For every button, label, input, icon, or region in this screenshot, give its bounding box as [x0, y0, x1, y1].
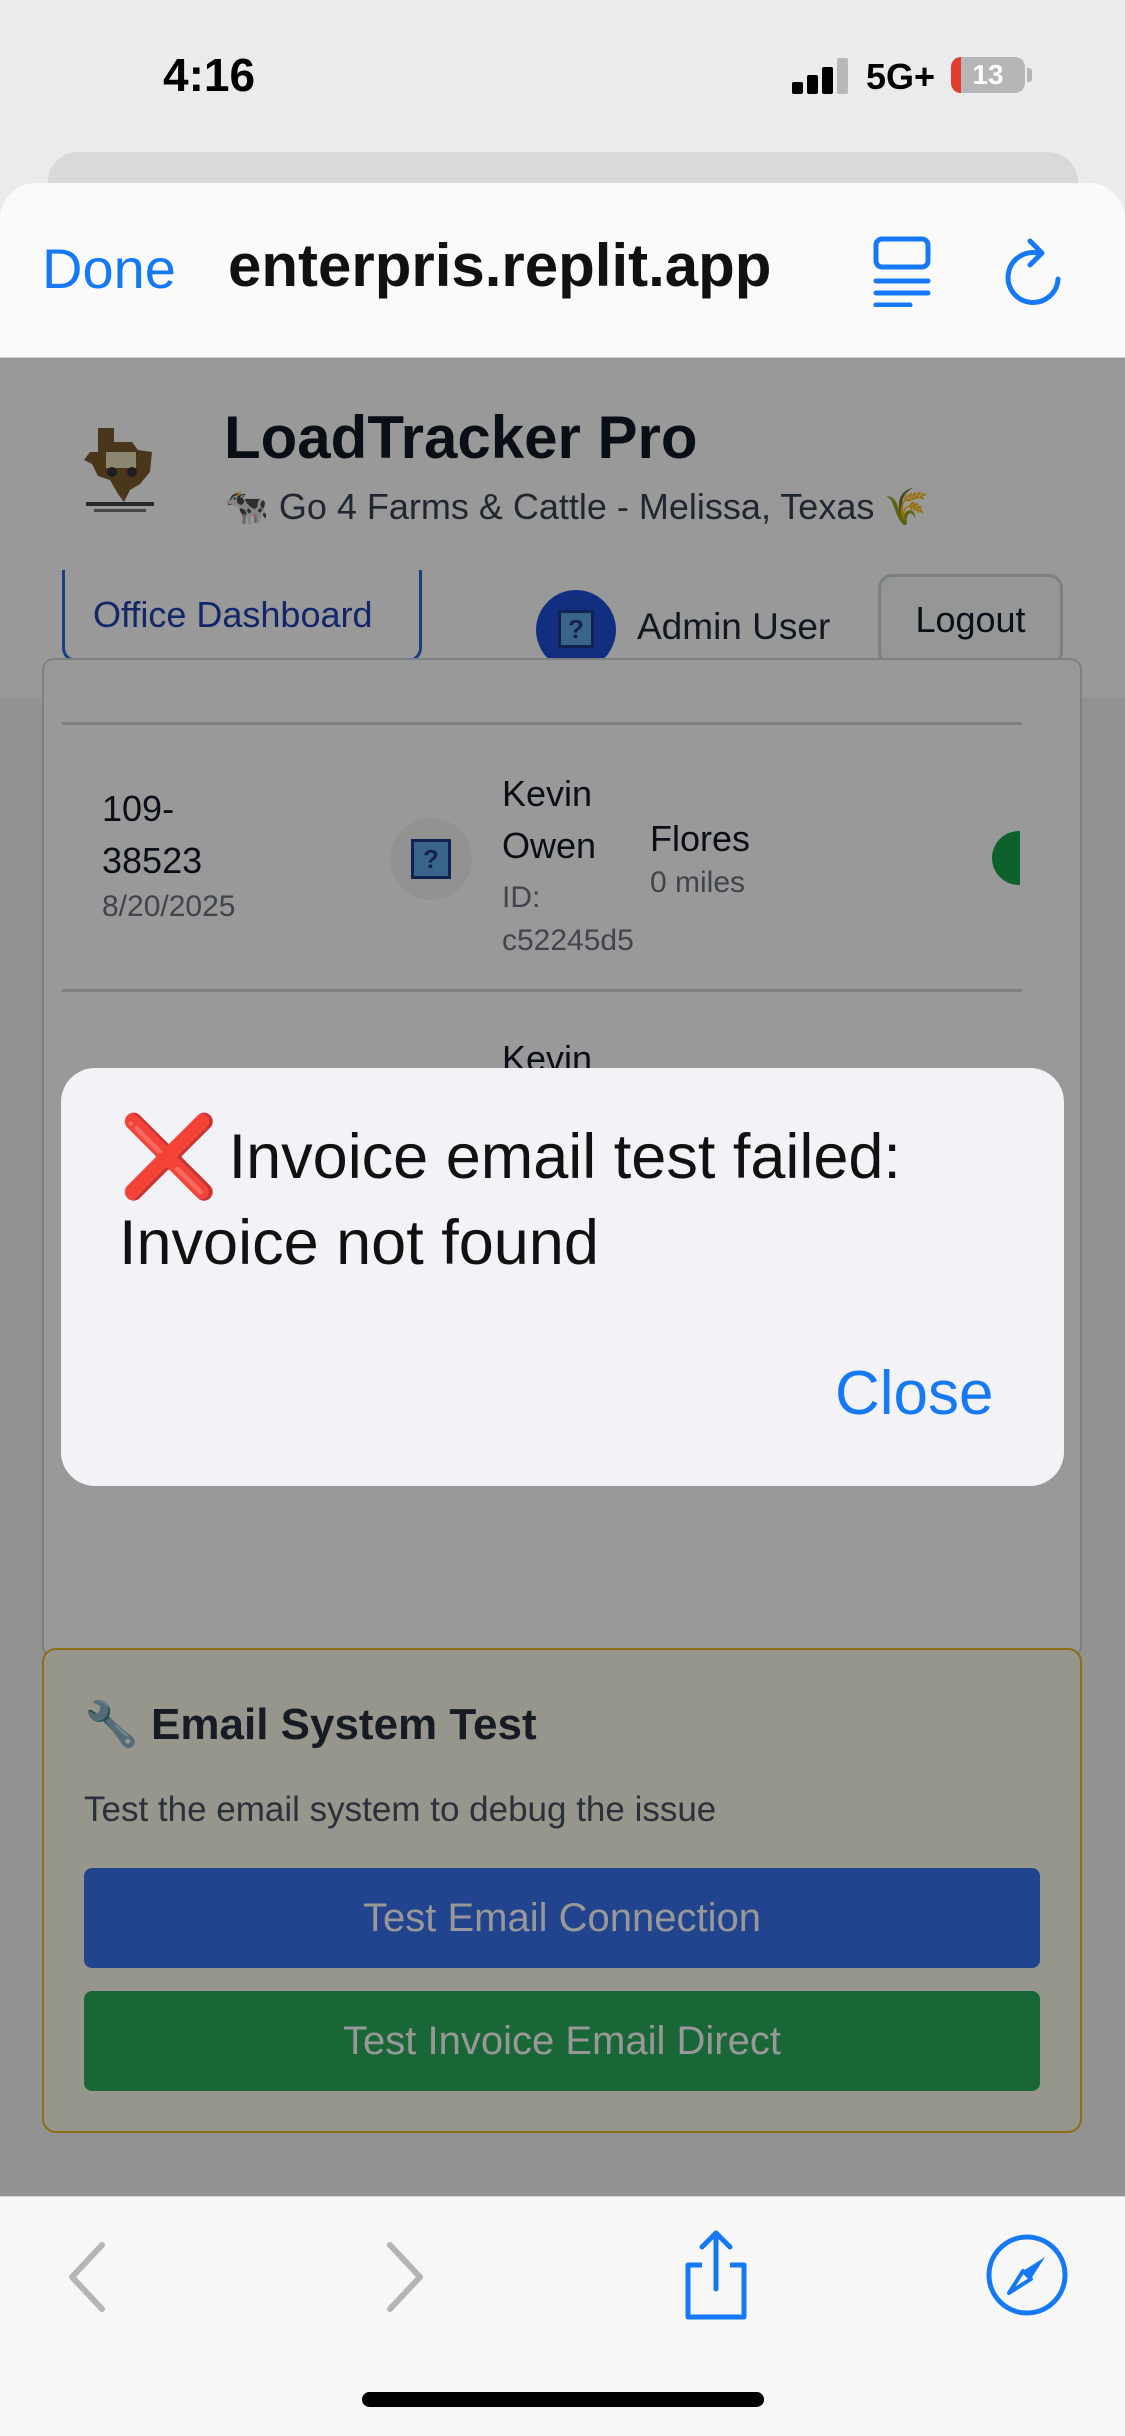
battery-percent: 13: [972, 59, 1004, 90]
network-type: 5G+: [866, 56, 936, 97]
compass-icon[interactable]: [985, 2233, 1069, 2322]
status-time: 4:16: [163, 49, 256, 101]
alert-message: ❌ Invoice email test failed: Invoice not …: [119, 1114, 1019, 1286]
signal-icon: [792, 58, 848, 94]
alert-message-text: Invoice email test failed: Invoice not f…: [119, 1122, 901, 1278]
status-bar: 4:16 5G+ 13: [0, 0, 1125, 150]
battery-tip: [1027, 68, 1032, 82]
home-indicator: [362, 2392, 764, 2407]
url-field[interactable]: enterpris.replit.app: [228, 231, 828, 300]
forward-icon[interactable]: [380, 2237, 430, 2322]
close-button[interactable]: Close: [835, 1358, 994, 1429]
done-button[interactable]: Done: [42, 236, 176, 301]
alert-dialog: ❌ Invoice email test failed: Invoice not …: [61, 1068, 1064, 1486]
browser-top-bar: Done enterpris.replit.app: [0, 183, 1125, 358]
reader-view-icon[interactable]: [870, 235, 934, 312]
reload-icon[interactable]: [1000, 233, 1070, 316]
error-x-icon: ❌: [119, 1112, 219, 1201]
battery-icon: 13: [951, 57, 1025, 93]
share-icon[interactable]: [680, 2227, 752, 2328]
back-icon[interactable]: [62, 2237, 112, 2322]
